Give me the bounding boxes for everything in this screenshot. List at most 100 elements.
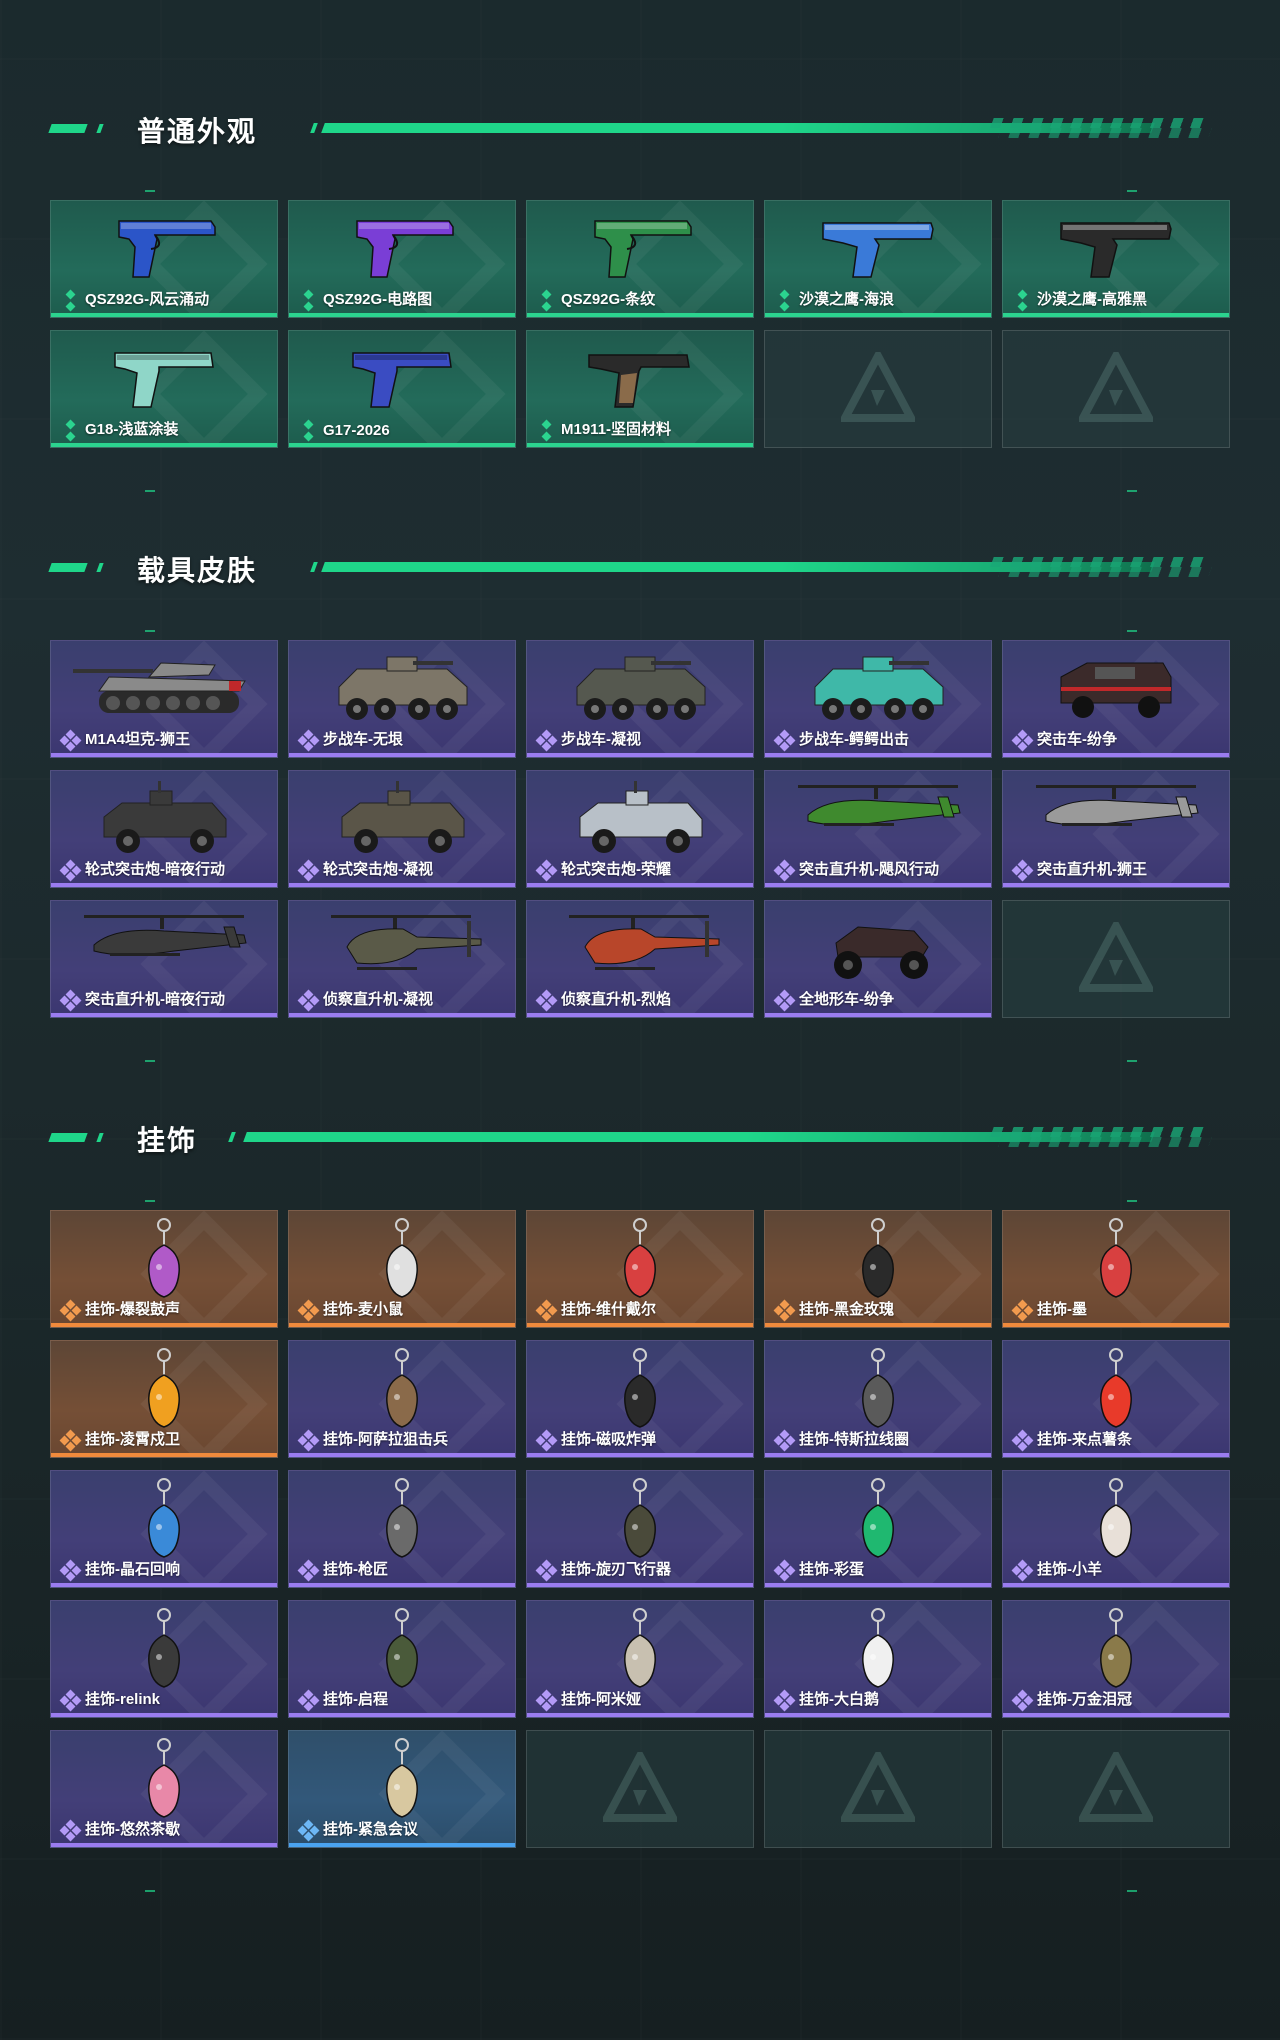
rarity-diamond-icon bbox=[535, 1559, 558, 1582]
rarity-bar bbox=[1003, 753, 1229, 757]
item-card[interactable]: M1A4坦克-狮王 bbox=[50, 640, 278, 758]
item-card[interactable]: 沙漠之鹰-高雅黑 bbox=[1002, 200, 1230, 318]
item-card[interactable]: 挂饰-枪匠 bbox=[288, 1470, 516, 1588]
item-thumbnail bbox=[575, 337, 705, 420]
item-card[interactable]: 步战车-鳄鳄出击 bbox=[764, 640, 992, 758]
item-card[interactable]: 挂饰-旋刃飞行器 bbox=[526, 1470, 754, 1588]
item-name: 侦察直升机-烈焰 bbox=[561, 991, 671, 1008]
item-card[interactable]: 全地形车-纷争 bbox=[764, 900, 992, 1018]
rarity-diamond-icon bbox=[297, 1429, 320, 1452]
section-header: 载具皮肤 bbox=[0, 547, 1280, 587]
item-card[interactable]: QSZ92G-电路图 bbox=[288, 200, 516, 318]
rarity-diamond-icon bbox=[59, 1559, 82, 1582]
item-card[interactable]: 沙漠之鹰-海浪 bbox=[764, 200, 992, 318]
grid-corner-tick bbox=[1127, 1200, 1137, 1202]
item-card[interactable]: 挂饰-大白鹅 bbox=[764, 1600, 992, 1718]
item-card[interactable]: 挂饰-维什戴尔 bbox=[526, 1210, 754, 1328]
rarity-diamond-icon bbox=[775, 289, 795, 312]
item-card[interactable]: 挂饰-启程 bbox=[288, 1600, 516, 1718]
rarity-diamond-icon bbox=[297, 989, 320, 1012]
item-card[interactable]: 突击直升机-飓风行动 bbox=[764, 770, 992, 888]
item-card[interactable]: 挂饰-凌霄戍卫 bbox=[50, 1340, 278, 1458]
item-card[interactable]: 挂饰-悠然茶歇 bbox=[50, 1730, 278, 1848]
item-card[interactable]: 侦察直升机-凝视 bbox=[288, 900, 516, 1018]
header-accent-bar bbox=[48, 563, 88, 572]
header-accent-tick bbox=[96, 124, 104, 133]
item-card[interactable]: QSZ92G-条纹 bbox=[526, 200, 754, 318]
rarity-diamond-icon bbox=[59, 859, 82, 882]
item-name: 挂饰-枪匠 bbox=[323, 1561, 388, 1578]
item-card[interactable]: 轮式突击炮-暗夜行动 bbox=[50, 770, 278, 888]
item-card[interactable]: 挂饰-relink bbox=[50, 1600, 278, 1718]
item-card[interactable]: 步战车-无垠 bbox=[288, 640, 516, 758]
section-title: 载具皮肤 bbox=[137, 555, 258, 586]
item-name: 挂饰-小羊 bbox=[1037, 1561, 1102, 1578]
item-card[interactable]: 挂饰-小羊 bbox=[1002, 1470, 1230, 1588]
item-name: 轮式突击炮-凝视 bbox=[323, 861, 433, 878]
grid-corner-tick bbox=[145, 1200, 155, 1202]
item-card[interactable]: 突击直升机-狮王 bbox=[1002, 770, 1230, 888]
item-card[interactable]: 挂饰-万金泪冠 bbox=[1002, 1600, 1230, 1718]
item-card[interactable]: 挂饰-墨 bbox=[1002, 1210, 1230, 1328]
item-card[interactable]: 轮式突击炮-凝视 bbox=[288, 770, 516, 888]
item-thumbnail bbox=[555, 907, 725, 986]
item-card[interactable]: 挂饰-黑金玫瑰 bbox=[764, 1210, 992, 1328]
item-name: 挂饰-墨 bbox=[1037, 1301, 1087, 1318]
item-card[interactable]: 挂饰-麦小鼠 bbox=[288, 1210, 516, 1328]
item-name: QSZ92G-电路图 bbox=[323, 291, 433, 308]
rarity-bar bbox=[289, 1713, 515, 1717]
empty-slot bbox=[526, 1730, 754, 1848]
rarity-bar bbox=[289, 883, 515, 887]
item-card[interactable]: 突击直升机-暗夜行动 bbox=[50, 900, 278, 1018]
item-name: 挂饰-磁吸炸弹 bbox=[561, 1431, 656, 1448]
item-card[interactable]: 挂饰-磁吸炸弹 bbox=[526, 1340, 754, 1458]
rarity-diamond-icon bbox=[59, 1429, 82, 1452]
rarity-diamond-icon bbox=[535, 1299, 558, 1322]
rarity-bar bbox=[765, 883, 991, 887]
rarity-diamond-icon bbox=[1013, 289, 1033, 312]
rarity-bar bbox=[51, 1843, 277, 1847]
rarity-diamond-icon bbox=[59, 1819, 82, 1842]
item-card[interactable]: G17-2026 bbox=[288, 330, 516, 448]
item-card[interactable]: 挂饰-彩蛋 bbox=[764, 1470, 992, 1588]
item-card[interactable]: 挂饰-爆裂鼓声 bbox=[50, 1210, 278, 1328]
item-card[interactable]: QSZ92G-风云涌动 bbox=[50, 200, 278, 318]
item-name: G17-2026 bbox=[323, 422, 390, 439]
rarity-bar bbox=[51, 883, 277, 887]
header-line-tick bbox=[228, 1132, 236, 1142]
item-card[interactable]: 挂饰-阿萨拉狙击兵 bbox=[288, 1340, 516, 1458]
item-thumbnail bbox=[813, 207, 943, 290]
item-card[interactable]: 轮式突击炮-荣耀 bbox=[526, 770, 754, 888]
item-card[interactable]: 侦察直升机-烈焰 bbox=[526, 900, 754, 1018]
item-card[interactable]: M1911-坚固材料 bbox=[526, 330, 754, 448]
item-card[interactable]: 挂饰-阿米娅 bbox=[526, 1600, 754, 1718]
item-name: 挂饰-晶石回响 bbox=[85, 1561, 180, 1578]
item-thumbnail bbox=[1051, 207, 1181, 290]
item-thumbnail bbox=[337, 207, 467, 290]
item-card[interactable]: 挂饰-特斯拉线圈 bbox=[764, 1340, 992, 1458]
item-name: M1911-坚固材料 bbox=[561, 421, 672, 438]
item-card[interactable]: G18-浅蓝涂装 bbox=[50, 330, 278, 448]
item-thumbnail bbox=[575, 207, 705, 290]
header-accent-bar bbox=[48, 1133, 88, 1142]
item-thumbnail bbox=[788, 777, 968, 852]
rarity-bar bbox=[527, 753, 753, 757]
item-card[interactable]: 挂饰-紧急会议 bbox=[288, 1730, 516, 1848]
rarity-diamond-icon bbox=[537, 289, 557, 312]
grid-corner-tick bbox=[145, 630, 155, 632]
grid-corner-tick bbox=[1127, 490, 1137, 492]
item-name: 挂饰-特斯拉线圈 bbox=[799, 1431, 909, 1448]
rarity-diamond-icon bbox=[299, 289, 319, 312]
item-thumbnail bbox=[337, 337, 467, 420]
rarity-bar bbox=[51, 1323, 277, 1327]
item-card[interactable]: 挂饰-来点薯条 bbox=[1002, 1340, 1230, 1458]
placeholder-logo-icon bbox=[603, 1752, 677, 1822]
item-card[interactable]: 突击车-纷争 bbox=[1002, 640, 1230, 758]
item-name: 侦察直升机-凝视 bbox=[323, 991, 433, 1008]
item-card[interactable]: 挂饰-晶石回响 bbox=[50, 1470, 278, 1588]
rarity-bar bbox=[289, 1013, 515, 1017]
rarity-bar bbox=[527, 1323, 753, 1327]
item-card[interactable]: 步战车-凝视 bbox=[526, 640, 754, 758]
rarity-bar bbox=[51, 1013, 277, 1017]
rarity-bar bbox=[1003, 313, 1229, 317]
